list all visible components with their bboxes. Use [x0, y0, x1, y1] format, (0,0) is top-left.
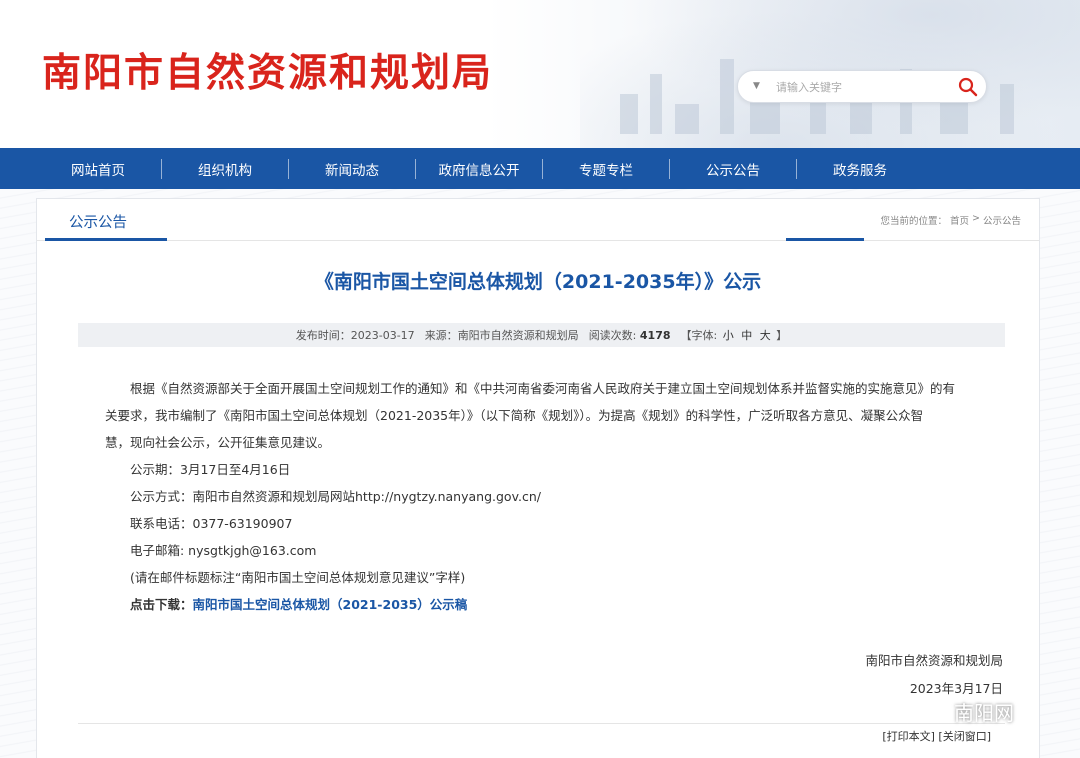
search-box[interactable]: ▼ — [737, 70, 987, 103]
signature-org: 南阳市自然资源和规划局 — [865, 653, 1003, 668]
section-header: 公示公告 您当前的位置： 首页 > 公示公告 — [37, 199, 1039, 241]
article-meta-bar: 发布时间：2023-03-17 来源：南阳市自然资源和规划局 阅读次数: 417… — [78, 323, 1005, 347]
article-paragraph-line-3: 慧，现向社会公示，公开征集意见建议。 — [105, 435, 331, 450]
close-window-link[interactable]: [关闭窗口] — [938, 730, 991, 743]
article-body: 根据《自然资源部关于全面开展国土空间规划工作的通知》和《中共河南省委河南省人民政… — [105, 375, 1005, 618]
font-size-small-link[interactable]: 小 — [723, 329, 734, 342]
nav-item-home[interactable]: 网站首页 — [35, 148, 161, 189]
breadcrumb-prefix: 您当前的位置： — [880, 216, 947, 227]
download-line: 点击下载：南阳市国土空间总体规划（2021-2035）公示稿 — [105, 591, 1005, 618]
main-nav: 网站首页 组织机构 新闻动态 政府信息公开 专题专栏 公示公告 政务服务 — [0, 148, 1080, 189]
breadcrumb: 您当前的位置： 首页 > 公示公告 — [880, 213, 1021, 227]
nav-item-gov-info[interactable]: 政府信息公开 — [416, 148, 542, 189]
article-paragraph-line-1: 根据《自然资源部关于全面开展国土空间规划工作的通知》和《中共河南省委河南省人民政… — [130, 381, 956, 396]
article-source: 来源：南阳市自然资源和规划局 — [424, 329, 579, 342]
nav-item-organization[interactable]: 组织机构 — [162, 148, 288, 189]
font-size-selector: 【字体: 小 中 大 】 — [680, 329, 788, 342]
font-size-medium-link[interactable]: 中 — [741, 329, 752, 342]
contact-phone: 联系电话：0377-63190907 — [130, 516, 293, 531]
email-subject-note: (请在邮件标题标注“南阳市国土空间总体规划意见建议”字样) — [130, 570, 466, 585]
nav-item-announcements[interactable]: 公示公告 — [670, 148, 796, 189]
article-footer: [打印本文] [关闭窗口] — [78, 723, 1005, 753]
search-icon[interactable] — [958, 77, 978, 97]
publish-time: 发布时间：2023-03-17 — [295, 329, 415, 342]
search-dropdown-caret-icon[interactable]: ▼ — [753, 81, 760, 91]
breadcrumb-current-link[interactable]: 公示公告 — [983, 213, 1021, 227]
section-title-underline — [45, 238, 167, 241]
wechat-icon — [918, 700, 948, 722]
site-header: 南阳市自然资源和规划局 ▼ — [0, 0, 1080, 148]
article-paragraph-line-2: 关要求，我市编制了《南阳市国土空间总体规划（2021-2035年）》（以下简称《… — [105, 408, 924, 423]
font-size-large-link[interactable]: 大 — [760, 329, 771, 342]
breadcrumb-home-link[interactable]: 首页 — [950, 213, 969, 227]
announcement-period: 公示期：3月17日至4月16日 — [130, 462, 291, 477]
nav-item-news[interactable]: 新闻动态 — [289, 148, 415, 189]
signature-block: 南阳市自然资源和规划局 2023年3月17日 — [865, 647, 1003, 703]
article-footer-links: [打印本文] [关闭窗口] — [882, 728, 991, 744]
breadcrumb-separator: > — [972, 213, 980, 224]
breadcrumb-underline — [786, 238, 864, 241]
contact-email: 电子邮箱: nysgtkjgh@163.com — [130, 543, 317, 558]
site-title: 南阳市自然资源和规划局 — [42, 51, 494, 96]
print-article-link[interactable]: [打印本文] — [882, 730, 935, 743]
view-count: 阅读次数: 4178 — [588, 329, 671, 342]
announcement-method: 公示方式：南阳市自然资源和规划局网站http://nygtzy.nanyang.… — [130, 489, 541, 504]
download-link[interactable]: 南阳市国土空间总体规划（2021-2035）公示稿 — [193, 597, 468, 612]
nav-item-topics[interactable]: 专题专栏 — [543, 148, 669, 189]
download-label: 点击下载： — [130, 597, 193, 612]
wechat-watermark: 南阳网 — [918, 697, 1014, 726]
watermark-text: 南阳网 — [954, 701, 1014, 725]
content-panel: 公示公告 您当前的位置： 首页 > 公示公告 《南阳市国土空间总体规划（2021… — [36, 198, 1040, 758]
nav-item-services[interactable]: 政务服务 — [797, 148, 923, 189]
section-title: 公示公告 — [69, 215, 127, 231]
search-input[interactable] — [776, 77, 946, 97]
article-title: 《南阳市国土空间总体规划（2021-2035年）》公示 — [314, 271, 762, 293]
